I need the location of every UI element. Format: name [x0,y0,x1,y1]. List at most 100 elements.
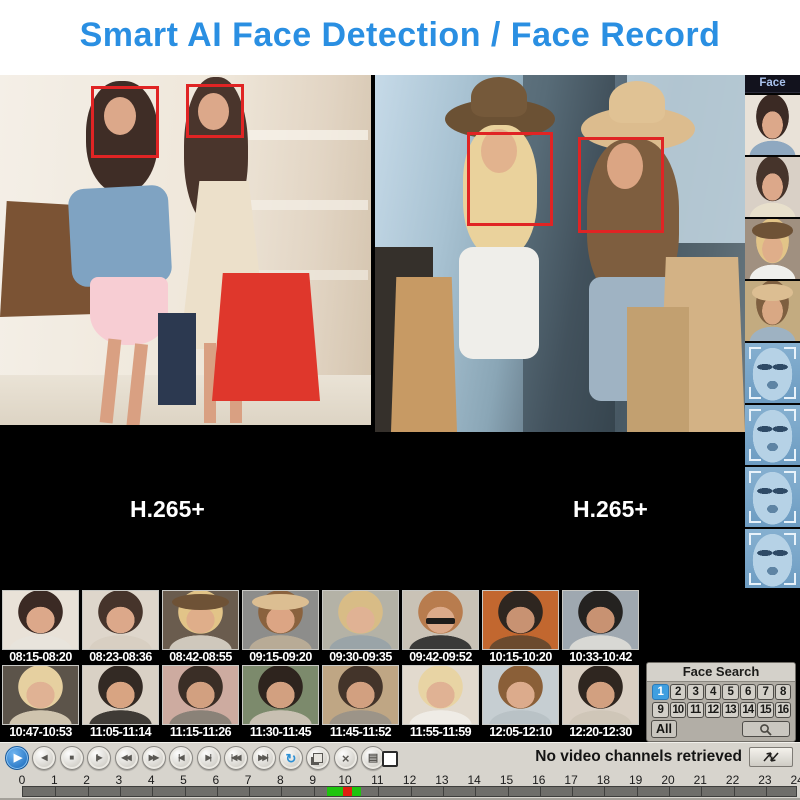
camera-view-1[interactable] [0,75,371,425]
play-button[interactable]: ▶ [5,746,29,770]
channel-button-15[interactable]: 15 [757,702,774,718]
face-record-item[interactable]: 10:47-10:53 [2,665,79,738]
time-range-label: 10:33-10:42 [562,650,639,663]
channel-button-11[interactable]: 11 [687,702,704,718]
channel-button-6[interactable]: 6 [740,684,757,700]
timeline-bar[interactable] [22,786,797,797]
cut-button[interactable]: × [334,746,358,770]
copy-icon [313,753,323,763]
face-record-item[interactable]: 09:30-09:35 [322,590,399,663]
channel-button-3[interactable]: 3 [687,684,704,700]
face-detection-box [467,132,553,226]
face-record-item[interactable]: 09:15-09:20 [242,590,319,663]
option-checkbox[interactable] [382,751,398,767]
face-record-item[interactable]: 11:05-11:14 [82,665,159,738]
face-record-item[interactable]: 11:15-11:26 [162,665,239,738]
face-record-item[interactable]: 12:20-12:30 [562,665,639,738]
time-range-label: 08:42-08:55 [162,650,239,663]
frame-play-button[interactable]: |▶ [87,746,111,770]
refresh-channels-button[interactable] [749,747,793,767]
face-sidebar-header: Face [745,75,800,93]
rewind-button[interactable]: ◀◀ [115,746,139,770]
prev-record-button[interactable]: |◀◀ [224,746,248,770]
shopping-bag [212,273,320,401]
face-record-item[interactable]: 08:15-08:20 [2,590,79,663]
time-range-label: 08:23-08:36 [82,650,159,663]
face-ai-scan-thumb[interactable] [745,405,800,465]
face-photo [82,590,159,650]
hour-label: 8 [268,773,292,787]
face-snapshot-thumb[interactable] [745,95,800,155]
face-detection-box [186,84,244,138]
channel-button-13[interactable]: 13 [722,702,739,718]
face-detection-box [91,86,159,158]
hour-label: 12 [398,773,422,787]
cut-icon: × [342,752,350,765]
all-channels-button[interactable]: All [651,720,677,738]
face-ai-scan-thumb[interactable] [745,343,800,403]
face-snapshot-thumb[interactable] [745,281,800,341]
hour-label: 10 [333,773,357,787]
channel-button-14[interactable]: 14 [740,702,757,718]
channel-button-5[interactable]: 5 [722,684,739,700]
face-record-item[interactable]: 10:33-10:42 [562,590,639,663]
channel-button-1[interactable]: 1 [652,684,669,700]
next-record-icon: ▶▶| [258,754,267,762]
hour-label: 9 [301,773,325,787]
channel-button-2[interactable]: 2 [670,684,687,700]
frame-play-icon: |▶ [96,754,100,762]
face-search-button[interactable] [742,721,790,737]
channel-button-12[interactable]: 12 [705,702,722,718]
copy-button[interactable] [306,746,330,770]
stop-button[interactable]: ■ [60,746,84,770]
time-range-label: 12:05-12:10 [482,725,559,738]
face-ai-scan-thumb[interactable] [745,529,800,589]
hour-label: 19 [624,773,648,787]
next-frame-button[interactable]: ▶| [197,746,221,770]
face-sidebar: Face [745,75,800,588]
channel-row: 9 10 11 12 13 14 15 16 [652,702,791,718]
stop-icon: ■ [69,754,72,762]
next-record-button[interactable]: ▶▶| [252,746,276,770]
face-record-item[interactable]: 08:23-08:36 [82,590,159,663]
playback-control-bar: ▶ ◀ ■ |▶ ◀◀ ▶▶ |◀ ▶| |◀◀ ▶▶| ↻ × ▤ No vi… [0,742,800,772]
channel-button-9[interactable]: 9 [652,702,669,718]
face-record-item[interactable]: 11:45-11:52 [322,665,399,738]
status-message: No video channels retrieved [535,748,742,766]
loop-icon: ↻ [285,752,296,765]
time-range-label: 09:15-09:20 [242,650,319,663]
video-playback-area: H.265+ H.265+ [0,75,745,588]
face-record-item[interactable]: 11:55-11:59 [402,665,479,738]
time-range-label: 08:15-08:20 [2,650,79,663]
channel-button-16[interactable]: 16 [775,702,792,718]
face-record-item[interactable]: 12:05-12:10 [482,665,559,738]
reverse-play-button[interactable]: ◀ [32,746,56,770]
fast-forward-button[interactable]: ▶▶ [142,746,166,770]
reverse-play-icon: ◀ [41,754,45,762]
hour-label: 7 [236,773,260,787]
face-photo [562,590,639,650]
prev-frame-button[interactable]: |◀ [169,746,193,770]
record-segment [327,787,343,796]
face-snapshot-thumb[interactable] [745,219,800,279]
face-record-item[interactable]: 08:42-08:55 [162,590,239,663]
next-frame-icon: ▶| [206,754,210,762]
face-ai-scan-thumb[interactable] [745,467,800,527]
camera-view-2[interactable] [375,75,745,432]
swap-arrows-icon [760,750,782,764]
time-range-label: 09:30-09:35 [322,650,399,663]
loop-button[interactable]: ↻ [279,746,303,770]
face-record-item[interactable]: 10:15-10:20 [482,590,559,663]
face-record-item[interactable]: 09:42-09:52 [402,590,479,663]
face-record-item[interactable]: 11:30-11:45 [242,665,319,738]
hour-label: 22 [721,773,745,787]
magnifier-icon [758,723,774,736]
face-search-panel: Face Search 1 2 3 4 5 6 7 8 9 10 11 12 1… [646,662,796,742]
channel-button-10[interactable]: 10 [670,702,687,718]
channel-button-7[interactable]: 7 [757,684,774,700]
channel-button-4[interactable]: 4 [705,684,722,700]
face-snapshot-thumb[interactable] [745,157,800,217]
hour-label: 14 [462,773,486,787]
hour-label: 18 [591,773,615,787]
channel-button-8[interactable]: 8 [775,684,792,700]
